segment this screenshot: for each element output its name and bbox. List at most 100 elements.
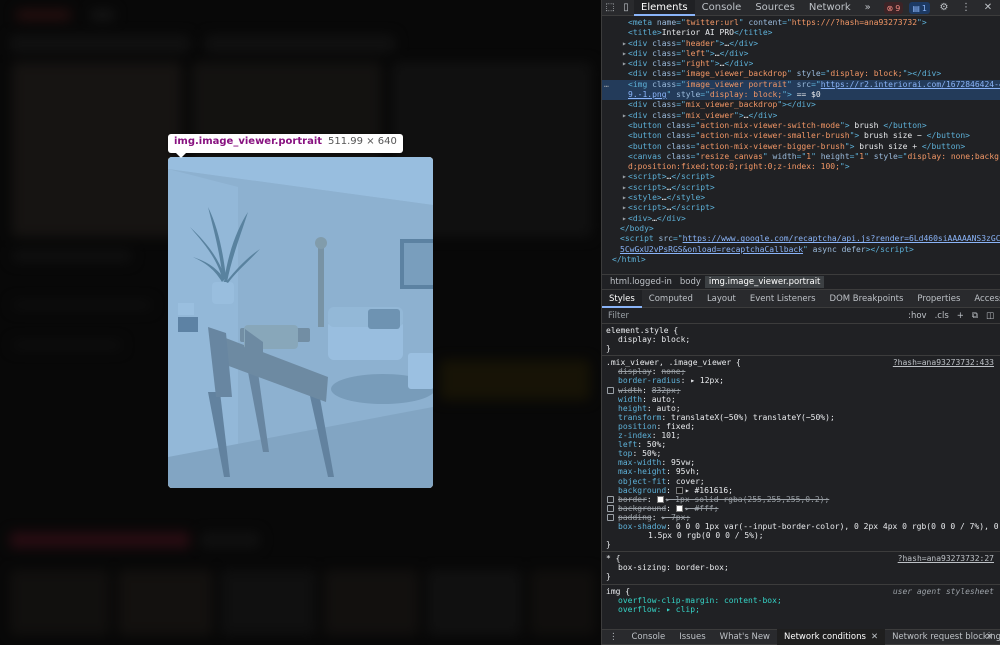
css-declaration[interactable]: width: 832px;: [606, 386, 996, 395]
dom-node[interactable]: ▸<style>…</style>: [602, 193, 1000, 203]
device-toolbar-icon[interactable]: ▯: [618, 0, 634, 16]
dom-node-continued[interactable]: d;position:fixed;top:0;right:0;z-index: …: [602, 162, 1000, 172]
tab-console[interactable]: Console: [695, 0, 749, 16]
rule-source-link[interactable]: ?hash=ana93273732:433: [893, 358, 994, 367]
declaration-checkbox[interactable]: [607, 513, 614, 521]
tab-layout[interactable]: Layout: [700, 290, 743, 308]
css-declaration[interactable]: 1.5px 0 rgb(0 0 0 / 5%);: [606, 531, 996, 540]
new-rule-plus-icon[interactable]: +: [957, 311, 964, 321]
css-declaration[interactable]: max-height: 95vh;: [606, 467, 996, 476]
css-declaration[interactable]: display: block;: [606, 335, 996, 344]
declaration-checkbox[interactable]: [607, 504, 614, 512]
devtools-main-tabs: ⬚ ▯ Elements Console Sources Network » ⊗…: [602, 0, 1000, 16]
declaration-checkbox[interactable]: [607, 495, 614, 503]
dom-node[interactable]: <meta name="twitter:url" content="https:…: [602, 18, 1000, 28]
sidebar-toggle-icon[interactable]: ◫: [986, 311, 994, 321]
tooltip-element-size: 511.99 × 640: [328, 136, 397, 147]
dom-node[interactable]: <button class="action-mix-viewer-switch-…: [602, 121, 1000, 131]
dom-node[interactable]: ▸<script>…</script>: [602, 183, 1000, 193]
tab-dom-breakpoints[interactable]: DOM Breakpoints: [823, 290, 911, 308]
dom-node[interactable]: </html>: [602, 255, 1000, 265]
css-declaration[interactable]: max-width: 95vw;: [606, 458, 996, 467]
close-icon[interactable]: ✕: [980, 0, 996, 16]
rule-selector[interactable]: element.style {: [606, 326, 996, 335]
tab-event-listeners[interactable]: Event Listeners: [743, 290, 823, 308]
breadcrumb-img[interactable]: img.image_viewer.portrait: [704, 276, 825, 288]
dom-node[interactable]: ▸<div class="right">…</div>: [602, 59, 1000, 69]
dom-node[interactable]: <button class="action-mix-viewer-smaller…: [602, 131, 1000, 141]
dom-node[interactable]: <title>Interior AI PRO</title>: [602, 28, 1000, 38]
gear-icon[interactable]: ⚙: [936, 0, 952, 16]
drawer-tab-issues[interactable]: Issues: [672, 629, 712, 645]
close-icon[interactable]: ✕: [871, 632, 878, 642]
css-declaration[interactable]: box-shadow: 0 0 0 1px var(--input-border…: [606, 522, 1000, 531]
breadcrumb-html[interactable]: html.logged-in: [606, 276, 676, 288]
tab-accessibility[interactable]: Accessibility: [967, 290, 1000, 308]
dom-node[interactable]: <div class="mix_viewer_backdrop"></div>: [602, 100, 1000, 110]
close-icon[interactable]: ✕: [979, 629, 1000, 645]
styles-filter-input[interactable]: Filter: [608, 311, 900, 321]
tab-styles[interactable]: Styles: [602, 289, 642, 308]
tab-elements[interactable]: Elements: [634, 0, 695, 16]
css-declaration[interactable]: top: 50%;: [606, 449, 996, 458]
css-declaration[interactable]: left: 50%;: [606, 440, 996, 449]
rule-source-link[interactable]: ?hash=ana93273732:27: [898, 554, 994, 563]
kebab-menu-icon[interactable]: ⋮: [958, 0, 974, 16]
tab-network[interactable]: Network: [802, 0, 858, 16]
css-declaration[interactable]: box-sizing: border-box;: [606, 563, 996, 572]
css-declaration[interactable]: object-fit: cover;: [606, 477, 996, 486]
css-declaration[interactable]: overflow-clip-margin: content-box;: [606, 596, 996, 605]
dom-node[interactable]: <div class="image_viewer_backdrop" style…: [602, 69, 1000, 79]
hover-state-toggle[interactable]: :hov: [908, 311, 926, 321]
dom-node[interactable]: <button class="action-mix-viewer-bigger-…: [602, 142, 1000, 152]
css-declaration[interactable]: background: ▸ #161616;: [606, 486, 996, 495]
css-declaration[interactable]: width: auto;: [606, 395, 996, 404]
declaration-checkbox[interactable]: [607, 386, 614, 394]
drawer-tab-whats-new[interactable]: What's New: [713, 629, 777, 645]
dom-node[interactable]: <canvas class="resize_canvas" width="1" …: [602, 152, 1000, 162]
dom-node[interactable]: ▸<div class="header">…</div>: [602, 39, 1000, 49]
tab-computed[interactable]: Computed: [642, 290, 700, 308]
css-declaration[interactable]: transform: translateX(−50%) translateY(−…: [606, 413, 996, 422]
css-declaration[interactable]: border: ▸ 1px solid rgba(255,255,255,0.2…: [606, 495, 996, 504]
color-swatch[interactable]: [675, 504, 683, 512]
tab-properties[interactable]: Properties: [910, 290, 967, 308]
drawer-tab-network-conditions[interactable]: Network conditions ✕: [777, 629, 886, 645]
dom-node-continued[interactable]: 5CwGxU2vPsRGS&onload=recaptchaCallback" …: [602, 245, 1000, 255]
tooltip-element-tag: img.image_viewer.portrait: [174, 136, 323, 147]
dom-node[interactable]: ▸<div>…</div>: [602, 214, 1000, 224]
css-declaration[interactable]: overflow: ▸ clip;: [606, 605, 996, 614]
styles-pane[interactable]: element.style { display: block; } .mix_v…: [602, 324, 1000, 616]
dom-node[interactable]: ▸<script>…</script>: [602, 203, 1000, 213]
styles-subtabs: Styles Computed Layout Event Listeners D…: [602, 289, 1000, 308]
color-swatch[interactable]: [675, 486, 683, 494]
css-declaration[interactable]: position: fixed;: [606, 422, 996, 431]
message-count-badge[interactable]: ▤ 1: [909, 2, 930, 14]
color-swatch[interactable]: [656, 495, 664, 503]
error-count-badge[interactable]: ⊗ 9: [883, 2, 904, 14]
dom-node[interactable]: ▸<script>…</script>: [602, 172, 1000, 182]
recaptcha-src-link[interactable]: https://www.google.com/recaptcha/api.js?…: [683, 234, 1000, 243]
css-declaration[interactable]: padding: ▸ 7px;: [606, 513, 996, 522]
inspect-element-icon[interactable]: ⬚: [602, 0, 618, 16]
elements-dom-tree[interactable]: <meta name="twitter:url" content="https:…: [602, 16, 1000, 274]
dom-node-selected-continued[interactable]: 9.-1.png" style="display: block;"> == $0: [602, 90, 1000, 101]
element-state-icon[interactable]: ⧉: [972, 311, 978, 321]
css-declaration[interactable]: height: auto;: [606, 404, 996, 413]
css-declaration[interactable]: z-index: 101;: [606, 431, 996, 440]
class-toggle[interactable]: .cls: [935, 311, 949, 321]
drawer-tab-console[interactable]: Console: [625, 629, 673, 645]
dom-node[interactable]: </body>: [602, 224, 1000, 234]
more-tabs-chevron-icon[interactable]: »: [858, 0, 878, 16]
tab-sources[interactable]: Sources: [748, 0, 802, 16]
dom-node[interactable]: ▸<div class="mix_viewer">…</div>: [602, 111, 1000, 121]
breadcrumb-body[interactable]: body: [676, 276, 705, 288]
css-declaration[interactable]: background: ▸ #fff;: [606, 504, 996, 513]
image-src-link[interactable]: https://r2.interiorai.com/1672846424-49e…: [821, 80, 1000, 89]
css-declaration[interactable]: display: none;: [606, 367, 996, 376]
drawer-menu-icon[interactable]: ⋮: [602, 629, 625, 645]
dom-node[interactable]: ▸<div class="left">…</div>: [602, 49, 1000, 59]
dom-node-selected[interactable]: … <img class="image_viewer portrait" src=…: [602, 79, 1000, 91]
css-declaration[interactable]: border-radius: ▸ 12px;: [606, 376, 996, 385]
dom-node[interactable]: <script src="https://www.google.com/reca…: [602, 234, 1000, 244]
